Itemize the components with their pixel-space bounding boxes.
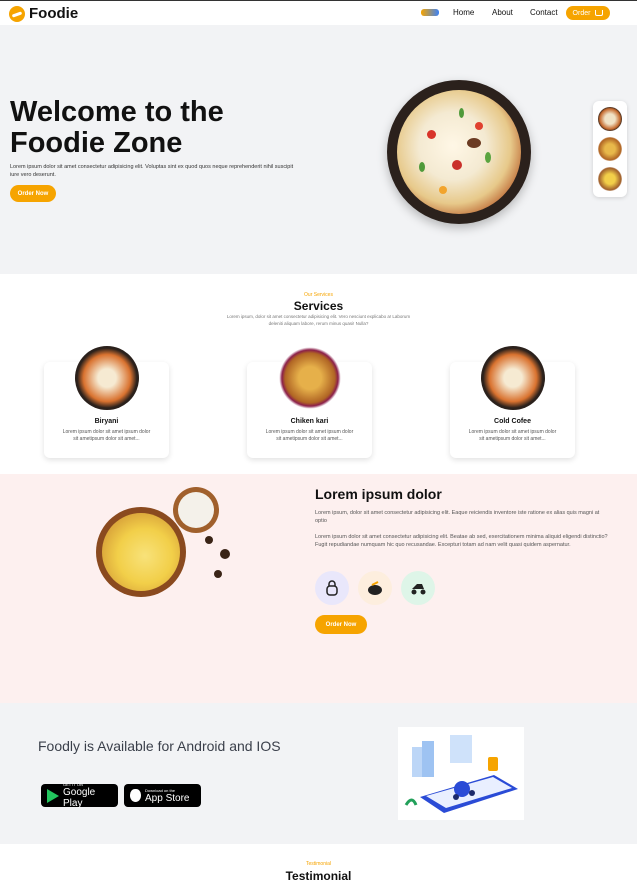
- app-download-section: Foodly is Available for Android and IOS …: [0, 703, 637, 844]
- hero-order-button[interactable]: Order Now: [10, 185, 56, 202]
- about-paragraph-2: Lorem ipsum dolor sit amet consectetur a…: [315, 534, 608, 548]
- hero-section: Welcome to the Foodie Zone Lorem ipsum d…: [0, 25, 637, 274]
- service-card-chiken-kari[interactable]: Chiken kari Lorem ipsum dolor sit amet i…: [247, 346, 372, 458]
- services-section: Our Services Services Lorem ipsum, dolor…: [0, 274, 637, 474]
- card-title: Biryani: [94, 418, 119, 425]
- nav-link-home[interactable]: Home: [453, 8, 474, 17]
- biryani-image: [75, 346, 139, 410]
- google-play-big-text: Google Play: [63, 787, 96, 809]
- card-text: Lorem ipsum dolor sit amet ipsum dolor s…: [265, 429, 354, 442]
- google-play-button[interactable]: GET IT ON Google Play: [41, 782, 118, 809]
- card-title: Cold Cofee: [494, 418, 531, 425]
- testimonial-section: Testimonial Testimonial: [0, 844, 637, 882]
- card-text: Lorem ipsum dolor sit amet ipsum dolor s…: [62, 429, 151, 442]
- hero-biryani-image: [387, 80, 531, 224]
- feature-lock-icon: [315, 571, 349, 605]
- services-title: Services: [293, 299, 344, 313]
- feature-food-icon: [358, 571, 392, 605]
- about-paragraph-1: Lorem ipsum, dolor sit amet consectetur …: [315, 510, 600, 524]
- about-section: Lorem ipsum dolor Lorem ipsum, dolor sit…: [0, 474, 637, 703]
- card-title: Chiken kari: [290, 418, 329, 425]
- feature-delivery-icon: [401, 571, 435, 605]
- logo[interactable]: Foodie: [9, 5, 78, 22]
- apple-icon: [130, 789, 141, 802]
- thumbnail-biryani[interactable]: [598, 107, 622, 131]
- logo-icon: [9, 5, 25, 22]
- language-flag-icon[interactable]: [421, 9, 439, 16]
- nav-link-contact[interactable]: Contact: [530, 8, 558, 17]
- app-store-big-text: App Store: [145, 792, 190, 804]
- thumbnail-chicken-kari[interactable]: [598, 137, 622, 161]
- hero-text: Lorem ipsum dolor sit amet consectetur a…: [10, 164, 294, 178]
- app-store-button[interactable]: Download on the App Store: [124, 784, 201, 807]
- hero-thumbnail-strip: [593, 101, 627, 197]
- delivery-illustration: [398, 727, 524, 820]
- card-text: Lorem ipsum dolor sit amet ipsum dolor s…: [468, 429, 557, 442]
- services-subtitle: Lorem ipsum, dolor sit amet consectetur …: [226, 314, 411, 326]
- logo-text: Foodie: [29, 5, 79, 22]
- cart-icon: [595, 10, 604, 16]
- about-title: Lorem ipsum dolor: [315, 486, 442, 502]
- service-card-biryani[interactable]: Biryani Lorem ipsum dolor sit amet ipsum…: [44, 346, 169, 458]
- testimonial-title: Testimonial: [285, 869, 352, 882]
- testimonial-kicker: Testimonial: [305, 861, 331, 867]
- thumbnail-rice-bowl[interactable]: [598, 167, 622, 191]
- app-title: Foodly is Available for Android and IOS: [38, 738, 281, 754]
- google-play-icon: [47, 788, 59, 803]
- top-navbar: Foodie Home About Contact Order: [0, 0, 637, 25]
- about-order-button[interactable]: Order Now: [315, 615, 367, 634]
- cold-cofee-image: [481, 346, 545, 410]
- services-kicker: Our Services: [304, 292, 333, 298]
- chiken-kari-image: [278, 346, 342, 410]
- nav-order-label: Order: [572, 9, 591, 17]
- service-card-cold-cofee[interactable]: Cold Cofee Lorem ipsum dolor sit amet ip…: [450, 346, 575, 458]
- nav-order-button[interactable]: Order: [566, 6, 610, 20]
- nav-link-about[interactable]: About: [492, 8, 513, 17]
- hero-title: Welcome to the Foodie Zone: [10, 96, 224, 159]
